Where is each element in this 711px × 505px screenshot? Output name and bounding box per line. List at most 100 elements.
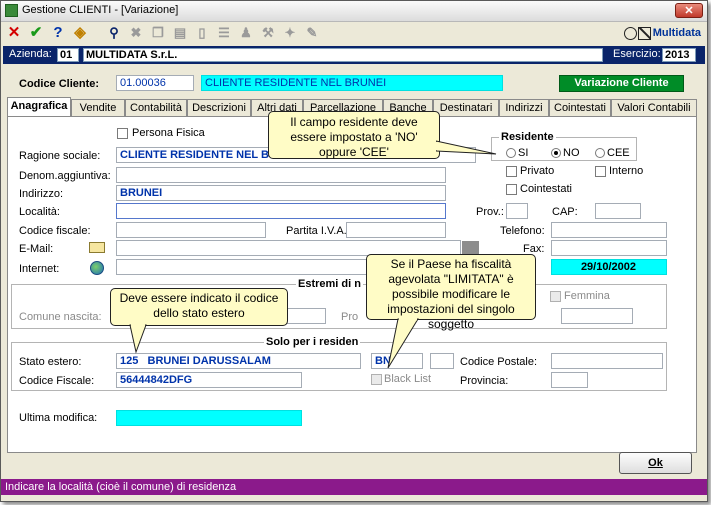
title-bar: Gestione CLIENTI - [Variazione] ✕	[1, 1, 707, 22]
status-bar: Indicare la località (cioè il comune) di…	[1, 479, 707, 495]
residente-title: Residente	[499, 131, 556, 143]
partita-iva-label: Partita I.V.A.:	[286, 225, 350, 237]
interno-checkbox[interactable]	[595, 166, 606, 177]
cap-field[interactable]	[595, 203, 641, 219]
indirizzo-label: Indirizzo:	[19, 188, 64, 200]
ultima-modifica-field	[116, 410, 302, 426]
app-icon	[5, 4, 18, 17]
stato-estero-field[interactable]: 125 BRUNEI DARUSSALAM	[116, 353, 361, 369]
provincia-label: Provincia:	[460, 375, 509, 387]
logo-ring-icon	[623, 26, 637, 40]
document-icon[interactable]: ▯	[193, 24, 211, 42]
azienda-name: MULTIDATA S.r.L.	[83, 48, 603, 62]
stato-extra-field[interactable]	[430, 353, 454, 369]
codice-fiscale-field[interactable]	[116, 222, 266, 238]
persona-fisica-label: Persona Fisica	[132, 127, 205, 139]
provincia-field[interactable]	[551, 372, 588, 388]
tab-contabilita[interactable]: Contabilità	[125, 99, 187, 116]
delete-icon[interactable]: ✖	[127, 24, 145, 42]
data-nascita-field[interactable]	[561, 308, 633, 324]
partita-iva-field[interactable]	[346, 222, 446, 238]
telefono-field[interactable]	[551, 222, 667, 238]
azienda-label: Azienda:	[9, 48, 52, 60]
email-icon[interactable]	[89, 242, 105, 253]
solo-residenti-title: Solo per i residen	[264, 336, 361, 348]
ok-button[interactable]: Ok	[619, 452, 692, 474]
esercizio-value: 2013	[662, 48, 696, 62]
settings-icon[interactable]: ✦	[281, 24, 299, 42]
tab-destinatari[interactable]: Destinatari	[433, 99, 499, 116]
pen-icon[interactable]: ✎	[303, 24, 321, 42]
residente-cee-label: CEE	[607, 147, 630, 159]
azienda-code: 01	[57, 48, 79, 62]
prov-field[interactable]	[506, 203, 528, 219]
prov-label: Prov.:	[476, 206, 504, 218]
tab-cointestati[interactable]: Cointestati	[549, 99, 611, 116]
telefono-label: Telefono:	[500, 225, 545, 237]
codice-cliente-label: Codice Cliente:	[19, 78, 100, 90]
cointestati-checkbox[interactable]	[506, 184, 517, 195]
paese-callout: Se il Paese ha fiscalità agevolata "LIMI…	[366, 254, 536, 331]
paste-icon[interactable]: ▤	[171, 24, 189, 42]
residente-callout: Il campo residente deve essere impostato…	[268, 111, 440, 159]
close-button[interactable]: ✕	[675, 3, 703, 18]
black-list-label: Black List	[384, 373, 432, 385]
fax-field[interactable]	[551, 240, 667, 256]
pro-label: Pro	[341, 311, 359, 323]
list-icon[interactable]: ☰	[215, 24, 233, 42]
stato-callout: Deve essere indicato il codice dello sta…	[110, 288, 288, 326]
brand-logo: Multidata	[623, 25, 701, 41]
gray-block	[462, 241, 479, 254]
confirm-icon[interactable]: ✔	[27, 24, 45, 42]
indirizzo-field[interactable]: BRUNEI	[116, 185, 446, 201]
residente-cee-radio[interactable]	[595, 148, 605, 158]
variazione-cliente-button[interactable]: Variazione Cliente	[559, 75, 684, 92]
esercizio-label: Esercizio:	[613, 48, 661, 60]
cap-label: CAP:	[552, 206, 578, 218]
tool-icon[interactable]: ◈	[71, 24, 89, 42]
femmina-checkbox[interactable]	[550, 291, 561, 302]
codice-fiscale-estero-label: Codice Fiscale:	[19, 375, 95, 387]
stato-code: 125	[120, 355, 139, 367]
black-list-checkbox[interactable]	[371, 374, 382, 385]
privato-checkbox[interactable]	[506, 166, 517, 177]
company-bar: Azienda: 01 MULTIDATA S.r.L. Esercizio: …	[3, 46, 705, 64]
residente-no-label: NO	[563, 147, 580, 159]
tools-icon[interactable]: ⚒	[259, 24, 277, 42]
ultima-modifica-label: Ultima modifica:	[19, 412, 98, 424]
comune-nascita-field[interactable]	[284, 308, 326, 324]
tab-anagrafica[interactable]: Anagrafica	[7, 97, 71, 116]
codice-cliente-field[interactable]: 01.00036	[116, 75, 194, 91]
tab-indirizzi[interactable]: Indirizzi	[499, 99, 549, 116]
cointestati-label: Cointestati	[520, 183, 572, 195]
cancel-icon[interactable]: ✕	[5, 24, 23, 42]
window-title: Gestione CLIENTI - [Variazione]	[22, 4, 179, 16]
globe-icon[interactable]	[90, 261, 104, 275]
femmina-label: Femmina	[564, 290, 610, 302]
main-window: Gestione CLIENTI - [Variazione] ✕ ✕ ✔ ? …	[0, 0, 708, 502]
help-icon[interactable]: ?	[49, 24, 67, 42]
user-icon[interactable]: ♟	[237, 24, 255, 42]
persona-fisica-checkbox[interactable]	[117, 128, 128, 139]
brand-name: Multidata	[652, 27, 701, 39]
ragione-sociale-label: Ragione sociale:	[19, 150, 101, 162]
tab-vendite[interactable]: Vendite	[71, 99, 125, 116]
interno-label: Interno	[609, 165, 644, 177]
estremi-title: Estremi di n	[296, 278, 363, 290]
copy-icon[interactable]: ❐	[149, 24, 167, 42]
denom-aggiuntiva-field[interactable]	[116, 167, 446, 183]
residente-si-radio[interactable]	[506, 148, 516, 158]
codice-fiscale-estero-field[interactable]: 56444842DFG	[116, 372, 302, 388]
tab-descrizioni[interactable]: Descrizioni	[187, 99, 251, 116]
localita-field[interactable]	[116, 203, 446, 219]
paese-callout-tail	[387, 318, 419, 369]
privato-label: Privato	[520, 165, 555, 177]
comune-nascita-label: Comune nascita:	[19, 311, 102, 323]
cliente-name-field: CLIENTE RESIDENTE NEL BRUNEI	[201, 75, 503, 91]
tab-valori-contabili[interactable]: Valori Contabili	[611, 99, 697, 116]
denom-aggiuntiva-label: Denom.aggiuntiva:	[19, 170, 111, 182]
search-icon[interactable]: ⚲	[105, 24, 123, 42]
residente-si-label: SI	[518, 147, 529, 159]
residente-no-radio[interactable]	[551, 148, 561, 158]
codice-postale-field[interactable]	[551, 353, 663, 369]
